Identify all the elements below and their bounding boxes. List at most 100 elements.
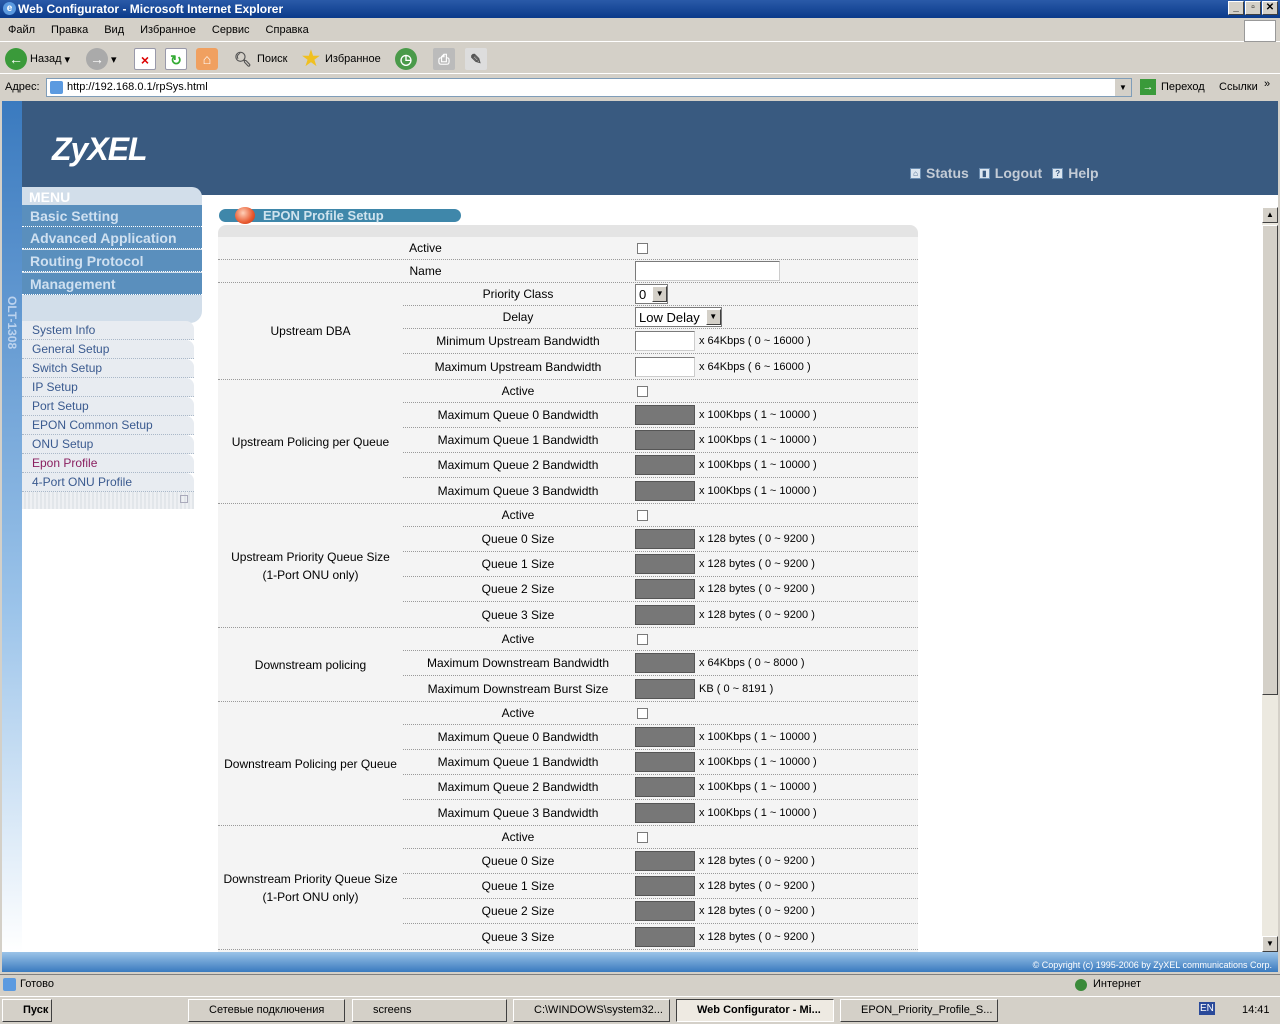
back-button[interactable]: ← Назад ▾ [5,47,70,71]
task-web-configurator[interactable]: Web Configurator - Mi... [676,999,834,1022]
submenu-item[interactable]: IP Setup [22,378,194,397]
active-checkbox[interactable] [637,509,648,521]
menu-file[interactable]: Файл [0,20,43,40]
task-network[interactable]: Сетевые подключения [188,999,345,1022]
help-link[interactable]: ? Help [1052,165,1099,181]
go-button[interactable]: Переход [1161,81,1205,93]
favorites-label: Избранное [325,53,381,65]
menu-advanced-application[interactable]: Advanced Application [22,227,202,249]
disabled-input[interactable] [635,876,695,896]
form-row: Maximum Queue 2 Bandwidth x 100Kbps ( 1 ~… [403,775,918,800]
disabled-input[interactable] [635,529,695,549]
group-label: Upstream Priority Queue Size (1-Port ONU… [231,549,390,582]
menu-favorites[interactable]: Избранное [132,20,204,40]
active-checkbox[interactable] [637,242,648,254]
history-button[interactable]: ◷ [395,47,417,71]
submenu-item[interactable]: EPON Common Setup [22,416,194,435]
edit-button[interactable]: ✎ [465,47,487,71]
field-control [633,237,918,259]
search-button[interactable]: 🔍︎ Поиск [232,47,287,71]
active-checkbox[interactable] [637,831,648,843]
form-row: Queue 3 Size x 128 bytes ( 0 ~ 9200 ) [403,602,918,627]
menu-view[interactable]: Вид [96,20,132,40]
task-cmd[interactable]: C:\WINDOWS\system32... [513,999,670,1022]
active-checkbox[interactable] [637,707,648,719]
disabled-input[interactable] [635,455,695,475]
language-indicator[interactable]: EN [1199,1002,1215,1015]
value-input[interactable] [635,356,695,377]
status-link[interactable]: ⌂ Status [910,165,969,181]
submenu-item[interactable]: Epon Profile [22,454,194,473]
field-control: x 128 bytes ( 0 ~ 9200 ) [633,849,918,873]
form-row: Name [218,260,918,283]
menu-management[interactable]: Management [22,273,202,295]
disabled-input[interactable] [635,901,695,921]
field-control: x 128 bytes ( 0 ~ 9200 ) [633,577,918,601]
disabled-input[interactable] [635,554,695,574]
value-input[interactable] [635,331,695,351]
active-checkbox[interactable] [637,385,648,397]
home-icon: ⌂ [196,48,218,70]
collapse-icon[interactable] [180,495,188,503]
top-links: ⌂ Status ▮ Logout ? Help [910,165,1099,181]
select-dropdown[interactable]: 0 ▼ [635,284,669,304]
address-input[interactable]: http://192.168.0.1/rpSys.html ▼ [46,78,1132,97]
scroll-down-button[interactable]: ▼ [1262,936,1278,952]
menu-routing-protocol[interactable]: Routing Protocol [22,250,202,272]
forward-button[interactable]: → ▾ [86,47,117,71]
select-dropdown[interactable]: Low Delay ▼ [635,307,722,327]
go-icon[interactable]: → [1140,79,1156,95]
active-checkbox[interactable] [637,633,648,645]
name-input[interactable] [635,261,780,281]
vertical-scrollbar[interactable]: ▲ ▼ [1262,207,1278,952]
refresh-button[interactable]: ↻ [165,47,187,71]
disabled-input[interactable] [635,604,695,625]
logout-link[interactable]: ▮ Logout [978,165,1042,181]
submenu-item[interactable]: System Info [22,321,194,340]
disabled-input[interactable] [635,579,695,599]
restore-button[interactable]: ▫ [1245,1,1261,15]
scroll-thumb[interactable] [1262,225,1278,695]
disabled-input[interactable] [635,430,695,450]
submenu-item[interactable]: Switch Setup [22,359,194,378]
form-row: Active [403,628,918,651]
start-button[interactable]: Пуск [2,999,52,1022]
stop-button[interactable]: × [134,47,156,71]
menu-basic-setting[interactable]: Basic Setting [22,205,202,227]
submenu-item[interactable]: ONU Setup [22,435,194,454]
field-control: x 100Kbps ( 1 ~ 10000 ) [633,775,918,799]
scroll-up-button[interactable]: ▲ [1262,207,1278,223]
menu-edit[interactable]: Правка [43,20,96,40]
printer-icon: ⎙ [433,48,455,70]
address-dropdown[interactable]: ▼ [1115,79,1131,96]
task-epon-profile[interactable]: EPON_Priority_Profile_S... [840,999,998,1022]
menu-help[interactable]: Справка [258,20,317,40]
links-button[interactable]: Ссылки [1219,81,1258,93]
group-items: Active Queue 0 Size x 128 bytes ( 0 ~ 9200… [403,504,918,627]
disabled-input[interactable] [635,653,695,673]
disabled-input[interactable] [635,802,695,823]
disabled-input[interactable] [635,727,695,747]
disabled-input[interactable] [635,480,695,501]
disabled-input[interactable] [635,752,695,772]
disabled-input[interactable] [635,405,695,425]
chevron-right-icon[interactable]: » [1264,78,1270,90]
close-button[interactable]: ✕ [1262,1,1278,15]
menu-tools[interactable]: Сервис [204,20,258,40]
task-screens[interactable]: screens [352,999,507,1022]
field-label: Active [501,632,535,646]
disabled-input[interactable] [635,926,695,947]
disabled-input[interactable] [635,777,695,797]
field-label: Minimum Upstream Bandwidth [436,334,600,348]
print-button[interactable]: ⎙ [433,47,455,71]
minimize-button[interactable]: _ [1228,1,1244,15]
favorites-button[interactable]: ★ Избранное [300,47,381,71]
disabled-input[interactable] [635,678,695,699]
menu-bar: Файл Правка Вид Избранное Сервис Справка [0,20,1280,42]
submenu-item[interactable]: 4-Port ONU Profile [22,473,194,492]
submenu-item[interactable]: General Setup [22,340,194,359]
home-button[interactable]: ⌂ [196,47,218,71]
submenu-item[interactable]: Port Setup [22,397,194,416]
disabled-input[interactable] [635,851,695,871]
status-bar: Готово Интернет [0,974,1280,994]
